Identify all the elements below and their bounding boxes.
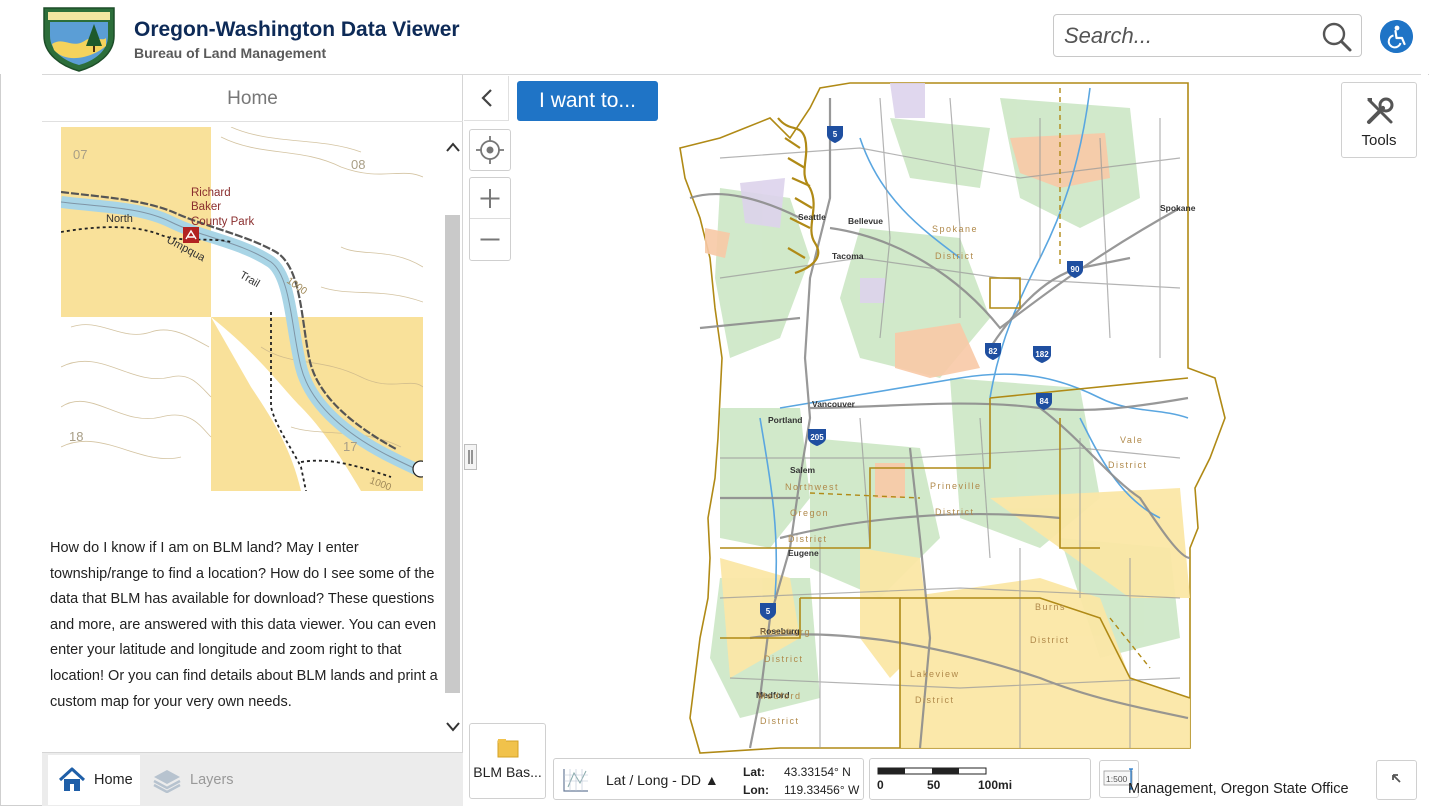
district-label: Vale [1120,435,1143,445]
district-label: Spokane [932,224,978,234]
coordinate-mode-selector[interactable]: Lat / Long - DD ▲ [606,772,719,788]
basemap-label: BLM Bas... [473,764,542,780]
park-label: Baker [191,201,221,213]
district-label: Medford [758,691,802,701]
city-label: Spokane [1160,203,1196,213]
district-label: District [935,251,975,261]
grid-coordinates-icon [563,769,588,792]
chevron-left-icon [481,89,492,107]
app-header: Oregon-Washington Data Viewer Bureau of … [0,0,1429,74]
trail-label: North [106,213,133,225]
interstate-shield-label: 205 [810,433,824,442]
basemap-icon [497,739,519,758]
city-label: Bellevue [848,216,883,226]
minus-icon [480,238,500,241]
left-panel: Home 07 08 18 17 Richard Baker County Pa… [42,75,463,806]
i-want-to-button[interactable]: I want to... [517,81,658,121]
locate-button[interactable] [469,129,511,171]
map-section-label: 08 [351,157,365,172]
layers-icon [153,770,181,793]
district-label: District [915,695,955,705]
interstate-shield-label: 90 [1071,265,1080,274]
longitude-value: 119.33456° W [784,783,860,797]
overview-map-button[interactable] [1376,760,1417,800]
zoom-out-button[interactable] [470,219,510,260]
interstate-shield-label: 182 [1035,350,1049,359]
grip-icon [468,450,473,464]
crosshair-icon [476,136,504,164]
scroll-down-icon[interactable] [444,719,462,735]
tab-home[interactable]: Home [48,755,140,805]
interstate-shield-label: 5 [833,130,838,139]
district-label: Burns [1035,602,1066,612]
district-label: Prineville [930,481,982,491]
park-label: County Park [191,216,255,228]
district-label: District [1030,635,1070,645]
tools-label: Tools [1361,132,1397,149]
tools-button[interactable]: Tools [1341,82,1417,158]
scale-bar-graphic [877,767,987,775]
zoom-in-button[interactable] [470,178,510,219]
scroll-thumb[interactable] [445,215,460,693]
city-label: Salem [790,465,815,475]
app-title: Oregon-Washington Data Viewer [134,18,460,41]
panel-resize-handle[interactable] [464,444,477,470]
zoom-controls [469,177,511,261]
district-label: District [760,716,800,726]
scale-label: 50 [927,778,941,792]
interstate-shield-label: 84 [1040,397,1049,406]
oregon-washington-map[interactable]: 5 90 82 182 84 205 5 Seattle Bellevue Ta… [660,78,1240,758]
tab-layers-label: Layers [190,772,234,788]
search-icon[interactable] [1321,21,1353,53]
scroll-up-icon[interactable] [444,139,462,155]
map-section-label: 07 [73,147,87,162]
park-label: Richard [191,187,231,199]
city-label: Tacoma [832,251,864,261]
map-attribution: Management, Oregon State Office [1128,781,1349,797]
latitude-label: Lat: [743,765,765,779]
tools-icon [1367,97,1394,124]
scale-label: 100mi [978,778,1013,792]
tab-home-label: Home [94,772,133,788]
scale-bar: 0 50 100mi [869,758,1091,800]
longitude-label: Lon: [743,783,769,797]
app-subtitle: Bureau of Land Management [134,45,327,61]
district-label: Oregon [790,508,829,518]
city-label: Vancouver [812,399,856,409]
district-label: District [1108,460,1148,470]
district-label: Lakeview [910,669,960,679]
map-section-label: 17 [343,439,357,454]
collapse-panel-button[interactable] [464,76,509,121]
home-icon [58,767,86,791]
panel-tab-bar: Home Layers [42,752,463,806]
search-input[interactable] [1064,23,1304,49]
coordinate-display[interactable]: Lat / Long - DD ▲ Lat: Lon: 43.33154° N … [553,758,864,800]
district-label: District [764,654,804,664]
city-label: Portland [768,415,802,425]
sample-topo-map-image: 07 08 18 17 Richard Baker County Park No… [61,127,423,491]
map-section-label: 18 [69,429,83,444]
home-description: How do I know if I am on BLM land? May I… [50,540,438,710]
interstate-shield-label: 82 [989,347,998,356]
blm-logo-icon [43,7,115,72]
latitude-value: 43.33154° N [784,765,851,779]
city-label: Seattle [798,212,826,222]
scale-label: 0 [877,778,884,792]
district-label: District [788,534,828,544]
plus-icon [480,189,500,208]
accessibility-icon[interactable] [1380,20,1413,53]
panel-scrollbar[interactable] [442,127,463,755]
scale-ratio-text: 1:500 [1106,774,1128,784]
panel-title: Home [42,75,463,122]
interstate-shield-label: 5 [766,607,771,616]
district-label: District [935,507,975,517]
tab-layers[interactable]: Layers [148,755,248,805]
district-label: Northwest [785,482,839,492]
search-box[interactable] [1053,14,1362,57]
district-label: Roseburg [760,627,811,637]
city-label: Eugene [788,548,819,558]
basemap-button[interactable]: BLM Bas... [469,723,546,799]
expand-arrow-icon [1392,774,1401,783]
